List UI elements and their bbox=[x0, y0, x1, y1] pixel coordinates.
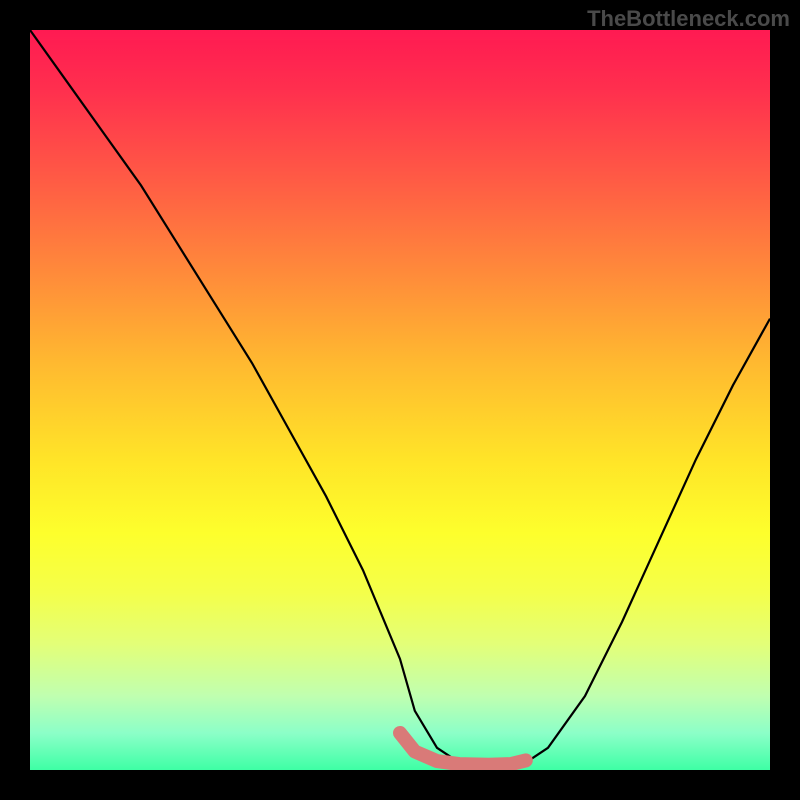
watermark-text: TheBottleneck.com bbox=[587, 6, 790, 32]
optimal-highlight-path bbox=[400, 733, 526, 765]
curve-svg bbox=[30, 30, 770, 770]
plot-area bbox=[30, 30, 770, 770]
bottleneck-curve-path bbox=[30, 30, 770, 766]
